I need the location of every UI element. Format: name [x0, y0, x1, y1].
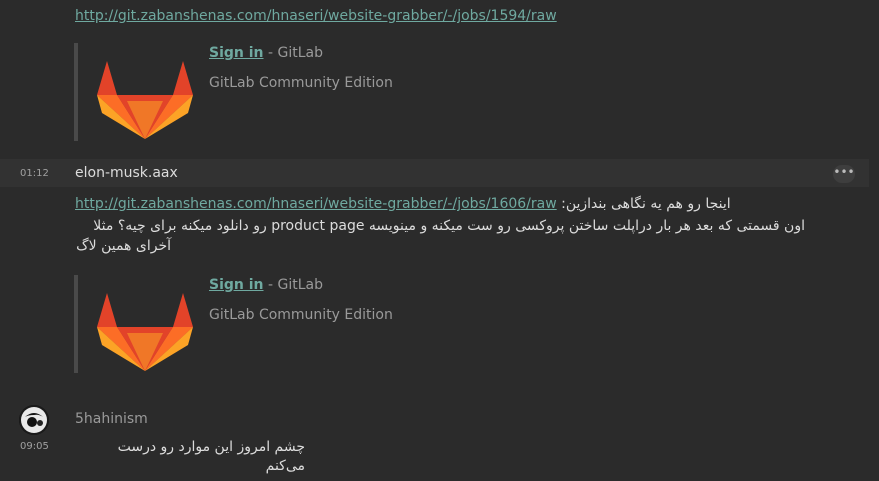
- preview-sign-in-link[interactable]: Sign in: [209, 277, 264, 293]
- preview-description: GitLab Community Edition: [209, 307, 393, 323]
- link-preview: Sign in - GitLab GitLab Community Editio…: [74, 275, 478, 373]
- preview-title: Sign in - GitLab: [209, 45, 323, 61]
- scrollbar[interactable]: [870, 0, 879, 481]
- preview-site-name: - GitLab: [267, 45, 323, 61]
- avatar-image: [19, 405, 49, 435]
- message-line-2: اون قسمتی که بعد هر بار دراپلت ساختن پرو…: [93, 218, 805, 234]
- preview-site-name: - GitLab: [267, 277, 323, 293]
- message-text: اینجا رو هم یه نگاهی بندازین:: [561, 196, 731, 212]
- avatar[interactable]: [19, 405, 49, 435]
- sender-name[interactable]: 5hahinism: [75, 411, 148, 427]
- message-timestamp: 09:05: [20, 441, 49, 452]
- preview-title: Sign in - GitLab: [209, 277, 323, 293]
- gitlab-tanuki-icon: [97, 61, 193, 139]
- more-options-icon[interactable]: •••: [833, 165, 855, 183]
- preview-description: GitLab Community Edition: [209, 75, 393, 91]
- message-line-1: http://git.zabanshenas.com/hnaseri/websi…: [75, 195, 775, 214]
- message-text: چشم امروز این موارد رو درست می‌کنم: [117, 439, 305, 474]
- gitlab-tanuki-icon: [97, 293, 193, 371]
- message-link[interactable]: http://git.zabanshenas.com/hnaseri/websi…: [75, 196, 557, 212]
- link-preview: Sign in - GitLab GitLab Community Editio…: [74, 43, 478, 141]
- message-timestamp: 01:12: [20, 168, 49, 179]
- message-link[interactable]: http://git.zabanshenas.com/hnaseri/websi…: [75, 7, 557, 26]
- preview-sign-in-link[interactable]: Sign in: [209, 45, 264, 61]
- message-line-3: آخرای همین لاگ: [76, 238, 171, 254]
- sender-name[interactable]: elon-musk.aax: [75, 165, 178, 181]
- message-body: http://git.zabanshenas.com/hnaseri/websi…: [75, 195, 775, 214]
